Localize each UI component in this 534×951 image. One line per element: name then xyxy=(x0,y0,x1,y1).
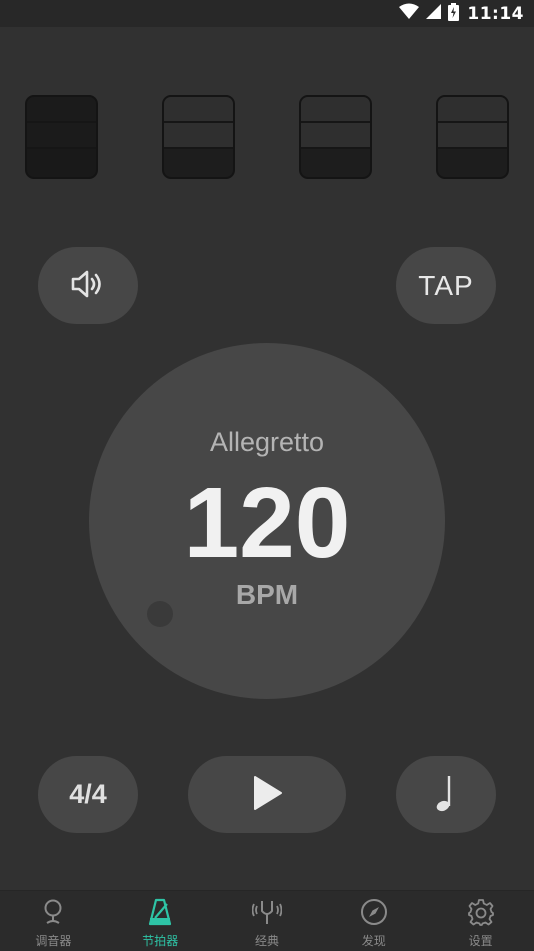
compass-icon xyxy=(360,898,388,930)
speaker-icon xyxy=(70,268,106,304)
metronome-icon xyxy=(147,898,173,930)
quarter-note-icon xyxy=(435,773,457,817)
nav-item-settings[interactable]: 设置 xyxy=(427,891,534,951)
signal-icon xyxy=(425,3,442,24)
time-signature-button[interactable]: 4/4 xyxy=(38,756,138,833)
gear-icon xyxy=(467,898,495,930)
tempo-name: Allegretto xyxy=(209,427,325,457)
beat-level-segment xyxy=(301,123,370,149)
beat-level-segment xyxy=(301,97,370,123)
beat-level-segment xyxy=(438,97,507,123)
beat-indicator-1[interactable] xyxy=(25,95,98,179)
sound-toggle-button[interactable] xyxy=(38,247,138,324)
beat-indicator-3[interactable] xyxy=(299,95,372,179)
nav-item-tuner[interactable]: 调音器 xyxy=(0,891,107,951)
tuner-icon xyxy=(40,898,66,930)
bpm-unit: BPM xyxy=(235,579,299,610)
nav-label: 经典 xyxy=(254,934,279,948)
tempo-dial[interactable]: Allegretto 120 BPM xyxy=(89,343,445,699)
beat-level-segment xyxy=(27,123,96,149)
status-bar: 11:14 xyxy=(0,0,534,27)
beat-level-segment xyxy=(164,123,233,149)
nav-item-classic[interactable]: 经典 xyxy=(214,891,321,951)
tap-tempo-button[interactable]: TAP xyxy=(396,247,496,324)
beat-level-segment xyxy=(438,123,507,149)
note-value-button[interactable] xyxy=(396,756,496,833)
tap-label: TAP xyxy=(418,269,474,301)
nav-label: 发现 xyxy=(361,934,386,948)
status-icons: 11:14 xyxy=(399,0,524,27)
status-time: 11:14 xyxy=(467,3,524,24)
time-signature-label: 4/4 xyxy=(69,779,107,809)
beat-indicator-4[interactable] xyxy=(436,95,509,179)
beat-indicator-2[interactable] xyxy=(162,95,235,179)
battery-icon xyxy=(448,2,460,25)
beat-level-segment xyxy=(164,97,233,123)
wifi-icon xyxy=(399,3,420,24)
bottom-navigation: 调音器 节拍器 经典 发现 设置 xyxy=(0,890,534,951)
nav-item-discover[interactable]: 发现 xyxy=(320,891,427,951)
play-icon xyxy=(250,775,284,815)
nav-label: 设置 xyxy=(468,934,493,948)
beat-level-segment xyxy=(27,97,96,123)
dial-knob-handle[interactable] xyxy=(147,601,173,627)
tuning-fork-icon xyxy=(251,898,283,930)
play-button[interactable] xyxy=(188,756,346,833)
bpm-value: 120 xyxy=(183,467,351,579)
nav-item-metronome[interactable]: 节拍器 xyxy=(107,891,214,951)
nav-label: 调音器 xyxy=(35,934,72,948)
nav-label: 节拍器 xyxy=(142,934,179,948)
